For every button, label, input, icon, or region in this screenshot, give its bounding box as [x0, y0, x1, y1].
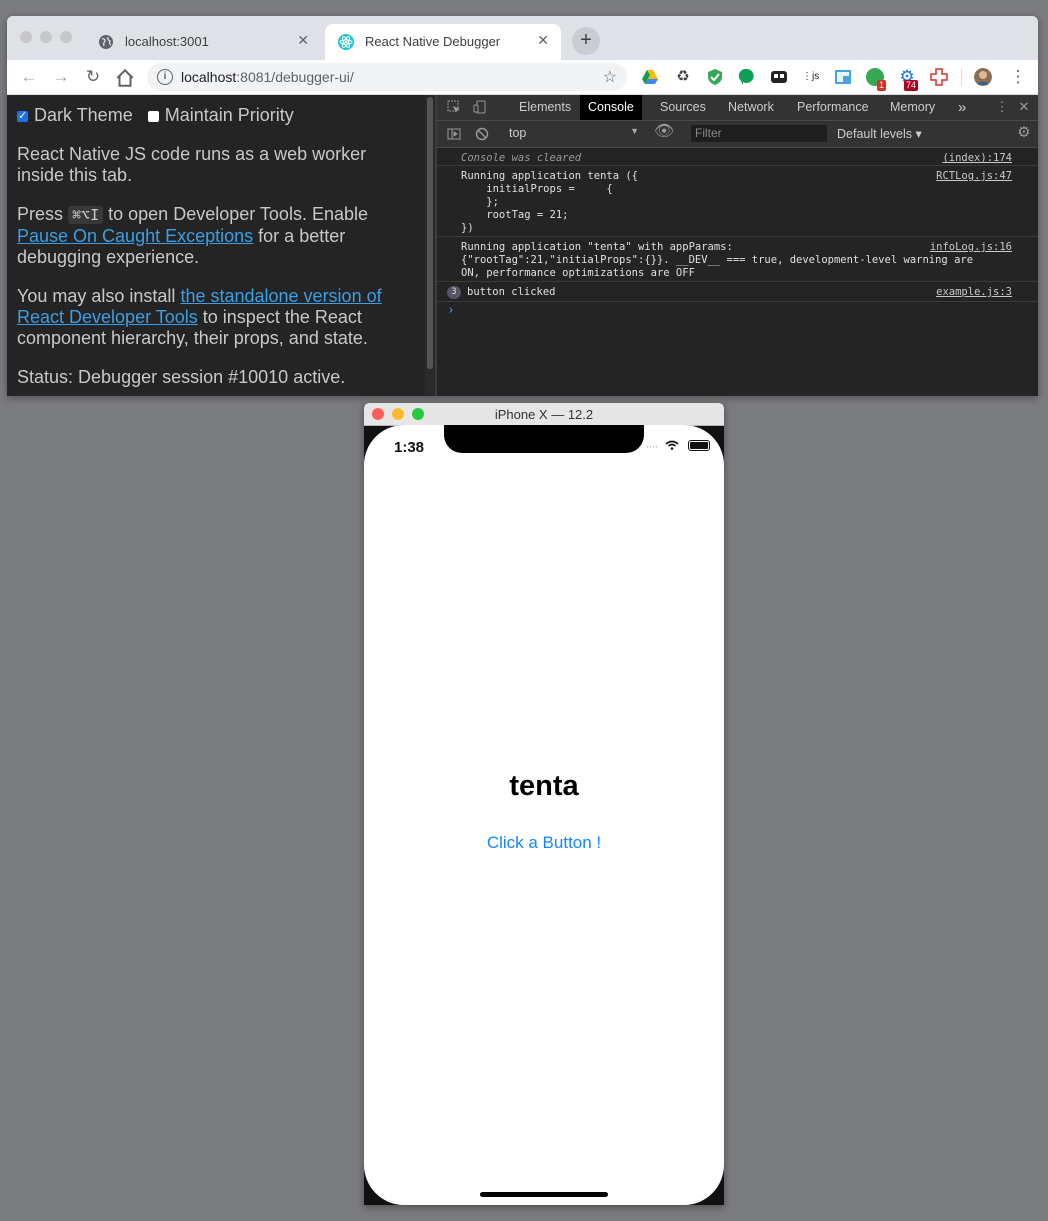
scrollbar-thumb[interactable]	[427, 97, 433, 369]
devtools-panel: Elements Console Sources Network Perform…	[435, 95, 1038, 396]
console-message: Running application "tenta" with appPara…	[437, 237, 1038, 282]
toolbar-divider	[961, 68, 962, 86]
devtools-instructions: Press ⌘⌥I to open Developer Tools. Enabl…	[17, 204, 368, 267]
signal-icon: ····	[645, 439, 658, 453]
tab-memory[interactable]: Memory	[882, 95, 943, 120]
more-tabs-chevron-icon[interactable]: »	[950, 95, 974, 120]
dropdown-arrow-icon: ▼	[630, 126, 639, 136]
close-devtools-icon[interactable]: ✕	[1017, 100, 1031, 114]
console-message: Running application tenta ({ initialProp…	[437, 166, 1038, 237]
log-levels-dropdown[interactable]: Default levels ▾	[837, 126, 922, 141]
home-indicator[interactable]	[480, 1192, 608, 1197]
simulator-title: iPhone X — 12.2	[494, 407, 594, 422]
console-filter-bar: top ▼ 👁 Filter Default levels ▾ ⚙	[437, 121, 1038, 148]
new-tab-button[interactable]: +	[572, 27, 600, 55]
recycle-icon[interactable]: ♻	[674, 68, 692, 86]
dark-theme-label: Dark Theme	[34, 105, 133, 125]
back-arrow-icon[interactable]: ←	[18, 66, 40, 88]
tab-title: React Native Debugger	[365, 34, 501, 49]
status-text: Status: Debugger session #10010 active.	[17, 367, 346, 387]
console-filter-input[interactable]: Filter	[691, 125, 827, 142]
minimize-window-button[interactable]	[40, 31, 52, 43]
avatar[interactable]	[974, 68, 992, 86]
console-message: Console was cleared (index):174	[437, 148, 1038, 166]
shield-icon[interactable]	[706, 68, 724, 86]
url-text: localhost:8081/debugger-ui/	[181, 69, 354, 85]
intro-text: React Native JS code runs as a web worke…	[17, 144, 367, 185]
home-icon[interactable]	[114, 67, 136, 89]
address-bar[interactable]: i localhost:8081/debugger-ui/ ☆	[147, 63, 627, 91]
battery-icon	[688, 440, 710, 451]
message-source-link[interactable]: (index):174	[942, 152, 1012, 164]
message-source-link[interactable]: infoLog.js:16	[930, 241, 1012, 253]
console-settings-gear-icon[interactable]: ⚙	[1017, 125, 1031, 140]
close-window-button[interactable]	[20, 31, 32, 43]
clear-console-icon[interactable]	[475, 127, 489, 141]
left-pane-scrollbar[interactable]	[425, 95, 435, 396]
message-source-link[interactable]: RCTLog.js:47	[936, 170, 1012, 182]
tab-elements[interactable]: Elements	[511, 95, 579, 120]
tab-performance[interactable]: Performance	[789, 95, 877, 120]
tab-sources[interactable]: Sources	[652, 95, 714, 120]
pause-on-caught-exceptions-link[interactable]: Pause On Caught Exceptions	[17, 226, 253, 246]
forward-arrow-icon[interactable]: →	[50, 66, 72, 88]
message-source-link[interactable]: example.js:3	[936, 286, 1012, 298]
zoom-window-button[interactable]	[60, 31, 72, 43]
tab-title: localhost:3001	[125, 34, 209, 49]
context-value: top	[509, 126, 527, 140]
google-drive-icon[interactable]	[641, 68, 659, 86]
device-toolbar-icon[interactable]	[473, 100, 487, 114]
status-bar-time: 1:38	[394, 439, 425, 456]
react-icon	[338, 34, 354, 50]
devtools-menu-icon[interactable]: ⋮	[995, 100, 1009, 114]
maintain-priority-label: Maintain Priority	[164, 105, 294, 125]
js-toggle-icon[interactable]: ⋮js	[802, 68, 820, 86]
eye-icon[interactable]: 👁	[654, 121, 674, 141]
devtools-tabbar: Elements Console Sources Network Perform…	[437, 95, 1038, 121]
console-prompt[interactable]: ›	[447, 303, 455, 318]
first-aid-icon[interactable]	[930, 68, 948, 86]
phone-screen: 1:38 ···· tenta Click a Button !	[364, 425, 724, 1205]
click-a-button[interactable]: Click a Button !	[364, 833, 724, 853]
phone-notch	[444, 425, 644, 453]
maintain-priority-checkbox[interactable]	[147, 111, 159, 122]
hangouts-icon[interactable]	[738, 68, 756, 86]
simulator-titlebar: iPhone X — 12.2	[364, 403, 724, 426]
browser-toolbar: ← → ↻ i localhost:8081/debugger-ui/ ☆ ♻	[7, 60, 1038, 95]
inspect-element-icon[interactable]	[447, 100, 461, 114]
simulator-window: iPhone X — 12.2 1:38 ···· tenta Click a …	[364, 403, 724, 1205]
sidebar-toggle-icon[interactable]	[447, 127, 461, 141]
site-info-icon[interactable]: i	[157, 69, 173, 85]
chrome-menu-icon[interactable]: ⋮	[1007, 66, 1029, 88]
extension-badge: 1	[877, 80, 887, 91]
debugger-info-pane: Dark Theme Maintain Priority React Nativ…	[7, 95, 435, 396]
reload-icon[interactable]: ↻	[82, 66, 104, 88]
tab-console[interactable]: Console	[580, 95, 642, 120]
install-instructions: You may also install the standalone vers…	[17, 286, 382, 348]
tab-strip: localhost:3001 ✕ React Native Debugger ✕…	[7, 16, 1038, 60]
shortcut-keys: ⌘⌥I	[68, 206, 104, 224]
app-title: tenta	[509, 770, 579, 802]
globe-icon	[99, 35, 113, 49]
status-bar-icons: ····	[645, 439, 710, 453]
ghostery-icon[interactable]	[770, 68, 788, 86]
options-row: Dark Theme Maintain Priority	[17, 105, 417, 127]
browser-window: localhost:3001 ✕ React Native Debugger ✕…	[7, 16, 1038, 396]
tab-react-native-debugger[interactable]: React Native Debugger ✕	[325, 24, 561, 60]
wifi-icon	[665, 440, 679, 450]
tab-network[interactable]: Network	[720, 95, 782, 120]
dark-theme-checkbox[interactable]	[17, 106, 28, 127]
page-content: Dark Theme Maintain Priority React Nativ…	[7, 95, 1038, 396]
close-tab-icon[interactable]: ✕	[537, 32, 549, 49]
extension-badge: 74	[904, 80, 919, 91]
window-resizer-icon[interactable]	[834, 68, 852, 86]
console-message: 3 button clicked example.js:3	[437, 282, 1038, 302]
bookmark-star-icon[interactable]: ☆	[603, 67, 617, 87]
repeat-count-badge: 3	[447, 286, 461, 299]
context-selector[interactable]: top ▼	[509, 126, 639, 140]
tab-localhost-3001[interactable]: localhost:3001 ✕	[85, 24, 321, 60]
close-tab-icon[interactable]: ✕	[297, 32, 309, 49]
